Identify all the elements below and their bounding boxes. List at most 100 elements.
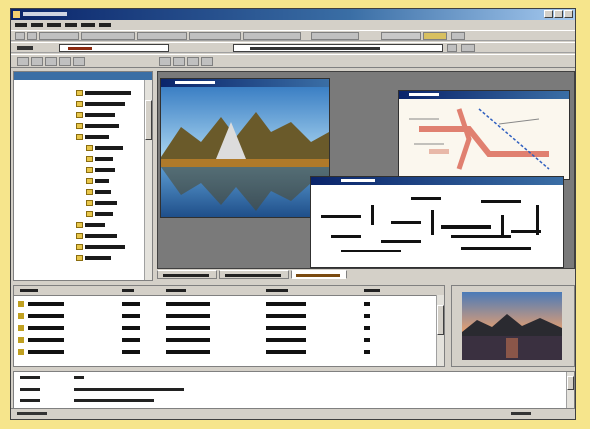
table-cell bbox=[122, 302, 140, 306]
tree-item[interactable] bbox=[76, 255, 114, 261]
table-row[interactable] bbox=[14, 348, 436, 356]
search-dropdown-button[interactable] bbox=[447, 44, 457, 52]
tree-item-label bbox=[85, 91, 131, 95]
menu-item-1[interactable] bbox=[15, 23, 27, 27]
toolbar-button-3[interactable] bbox=[39, 32, 79, 40]
tab-2[interactable] bbox=[219, 270, 289, 279]
map-window-titlebar[interactable] bbox=[399, 91, 569, 99]
tree-item[interactable] bbox=[76, 112, 118, 118]
folder-tree-scrollbar[interactable] bbox=[144, 80, 152, 280]
tree-item[interactable] bbox=[86, 189, 114, 195]
tree-toolbar-button-5[interactable] bbox=[73, 57, 85, 66]
tree-toolbar-button-3[interactable] bbox=[45, 57, 57, 66]
tree-item-label bbox=[95, 212, 113, 216]
table-row[interactable] bbox=[14, 312, 436, 320]
menu-item-4[interactable] bbox=[65, 23, 77, 27]
address-text-placeholder bbox=[68, 47, 92, 50]
menu-item-6[interactable] bbox=[99, 23, 111, 27]
tree-item[interactable] bbox=[76, 134, 112, 140]
diagram-window[interactable] bbox=[310, 176, 564, 268]
tree-item[interactable] bbox=[86, 211, 116, 217]
output-scroll-thumb[interactable] bbox=[567, 376, 574, 390]
status-text-placeholder bbox=[17, 412, 47, 415]
tree-toolbar-button-1[interactable] bbox=[17, 57, 29, 66]
toolbar-button-5[interactable] bbox=[137, 32, 187, 40]
tree-item[interactable] bbox=[86, 178, 112, 184]
toolbar-button-6[interactable] bbox=[189, 32, 241, 40]
tree-item[interactable] bbox=[76, 123, 122, 129]
folder-tree-scroll-thumb[interactable] bbox=[145, 100, 152, 140]
tree-item[interactable] bbox=[86, 145, 126, 151]
tree-item[interactable] bbox=[76, 233, 120, 239]
tree-item[interactable] bbox=[76, 222, 108, 228]
toolbar-button-2[interactable] bbox=[27, 32, 37, 40]
tree-toolbar-button-2[interactable] bbox=[31, 57, 43, 66]
title-bar[interactable] bbox=[11, 9, 575, 20]
column-header-4[interactable] bbox=[266, 289, 288, 292]
viewer-toolbar-button-2[interactable] bbox=[173, 57, 185, 66]
tree-item-label bbox=[85, 124, 119, 128]
file-list-scrollbar[interactable] bbox=[436, 295, 444, 366]
toolbar-button-4[interactable] bbox=[81, 32, 135, 40]
toolbar-button-7[interactable] bbox=[243, 32, 301, 40]
tree-item[interactable] bbox=[76, 90, 134, 96]
tree-item-label bbox=[85, 223, 105, 227]
table-cell bbox=[266, 302, 306, 306]
viewer-toolbar-button-3[interactable] bbox=[187, 57, 199, 66]
column-header-5[interactable] bbox=[364, 289, 380, 292]
tree-item-label bbox=[85, 113, 115, 117]
table-cell bbox=[28, 350, 64, 354]
column-header-1[interactable] bbox=[20, 289, 38, 292]
table-cell bbox=[166, 326, 210, 330]
table-cell bbox=[28, 326, 64, 330]
diagram-window-titlebar[interactable] bbox=[311, 177, 563, 185]
minimize-icon[interactable] bbox=[544, 10, 553, 18]
table-row[interactable] bbox=[14, 300, 436, 308]
folder-icon bbox=[86, 189, 93, 195]
menu-item-3[interactable] bbox=[47, 23, 61, 27]
tree-item[interactable] bbox=[86, 156, 116, 162]
tree-item[interactable] bbox=[76, 101, 128, 107]
close-icon[interactable] bbox=[564, 10, 573, 18]
photo-window-titlebar[interactable] bbox=[161, 79, 329, 87]
search-input[interactable] bbox=[233, 44, 443, 52]
column-header-2[interactable] bbox=[122, 289, 134, 292]
tree-item[interactable] bbox=[76, 244, 128, 250]
toolbar-button-9[interactable] bbox=[381, 32, 421, 40]
tab-1-label bbox=[163, 274, 209, 277]
column-header-3[interactable] bbox=[166, 289, 186, 292]
toolbar-secondary bbox=[11, 54, 575, 68]
toolbar-main bbox=[11, 30, 575, 41]
tree-toolbar-button-4[interactable] bbox=[59, 57, 71, 66]
output-line-3-value bbox=[74, 399, 154, 402]
file-icon bbox=[18, 337, 24, 343]
tab-3-active[interactable] bbox=[291, 270, 347, 279]
tree-item[interactable] bbox=[86, 200, 120, 206]
file-list-scroll-thumb[interactable] bbox=[437, 305, 444, 335]
folder-icon bbox=[76, 101, 83, 107]
tab-3-label bbox=[296, 274, 340, 277]
menu-item-2[interactable] bbox=[31, 23, 43, 27]
photo-window[interactable] bbox=[160, 78, 330, 218]
viewer-toolbar-button-1[interactable] bbox=[159, 57, 171, 66]
viewer-area bbox=[157, 71, 575, 269]
toolbar-button-1[interactable] bbox=[15, 32, 25, 40]
tab-1[interactable] bbox=[157, 270, 217, 279]
toolbar-button-10[interactable] bbox=[423, 32, 447, 40]
table-row[interactable] bbox=[14, 336, 436, 344]
toolbar-button-11[interactable] bbox=[451, 32, 465, 40]
table-cell bbox=[364, 338, 370, 342]
table-row[interactable] bbox=[14, 324, 436, 332]
go-button[interactable] bbox=[461, 44, 475, 52]
address-input[interactable] bbox=[59, 44, 169, 52]
tree-item[interactable] bbox=[86, 167, 118, 173]
map-window-title-placeholder bbox=[409, 93, 439, 96]
toolbar-button-8[interactable] bbox=[311, 32, 359, 40]
menu-item-5[interactable] bbox=[81, 23, 95, 27]
tree-item-label bbox=[85, 234, 117, 238]
folder-icon bbox=[86, 178, 93, 184]
map-window[interactable] bbox=[398, 90, 570, 180]
output-scrollbar[interactable] bbox=[566, 372, 574, 408]
viewer-toolbar-button-4[interactable] bbox=[201, 57, 213, 66]
maximize-icon[interactable] bbox=[554, 10, 563, 18]
